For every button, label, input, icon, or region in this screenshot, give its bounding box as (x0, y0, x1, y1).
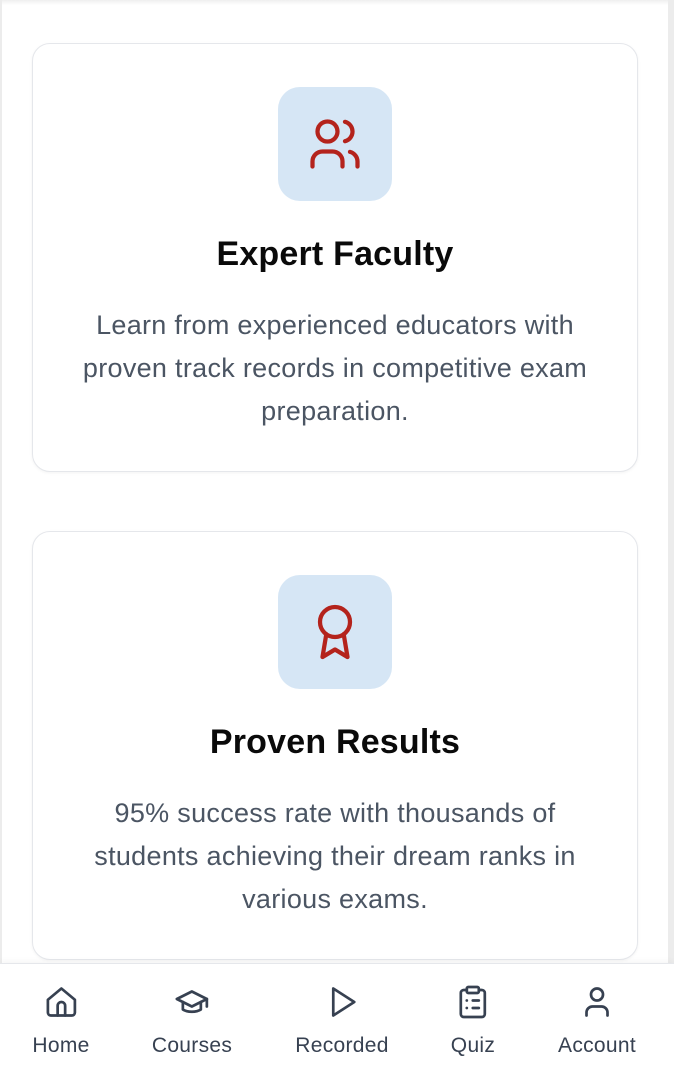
graduation-cap-icon (175, 990, 209, 1014)
award-ribbon-icon (317, 604, 353, 660)
feature-title: Expert Faculty (216, 235, 454, 273)
top-edge-divider (0, 0, 674, 5)
bottom-navigation-bar: Home Courses Recorded Quiz Account (0, 963, 674, 1078)
play-icon (331, 987, 356, 1017)
feature-icon-tile (278, 575, 392, 689)
feature-icon-tile (278, 87, 392, 201)
nav-item-courses[interactable]: Courses (152, 984, 232, 1058)
clipboard-list-icon (459, 985, 487, 1019)
nav-label: Home (32, 1034, 90, 1057)
feature-card-expert-faculty: Expert Faculty Learn from experienced ed… (32, 43, 638, 472)
nav-label: Quiz (450, 1034, 496, 1057)
feature-description: 95% success rate with thousands of stude… (94, 798, 576, 914)
nav-item-quiz[interactable]: Quiz (451, 984, 495, 1058)
feature-card-proven-results: Proven Results 95% success rate with tho… (32, 531, 638, 960)
nav-label: Account (558, 1034, 636, 1057)
nav-item-recorded[interactable]: Recorded (295, 984, 388, 1058)
app-viewport: Expert Faculty Learn from experienced ed… (0, 0, 674, 1078)
feature-title: Proven Results (209, 723, 461, 761)
nav-label: Courses (151, 1034, 233, 1057)
user-icon (585, 987, 609, 1017)
right-frame-edge (668, 0, 674, 1078)
nav-label: Recorded (295, 1034, 389, 1057)
home-icon (46, 987, 76, 1017)
nav-item-account[interactable]: Account (558, 984, 636, 1058)
feature-description: Learn from experienced educators with pr… (82, 310, 588, 426)
nav-item-home[interactable]: Home (32, 984, 89, 1058)
users-icon (310, 119, 360, 169)
left-frame-edge (0, 0, 2, 1078)
